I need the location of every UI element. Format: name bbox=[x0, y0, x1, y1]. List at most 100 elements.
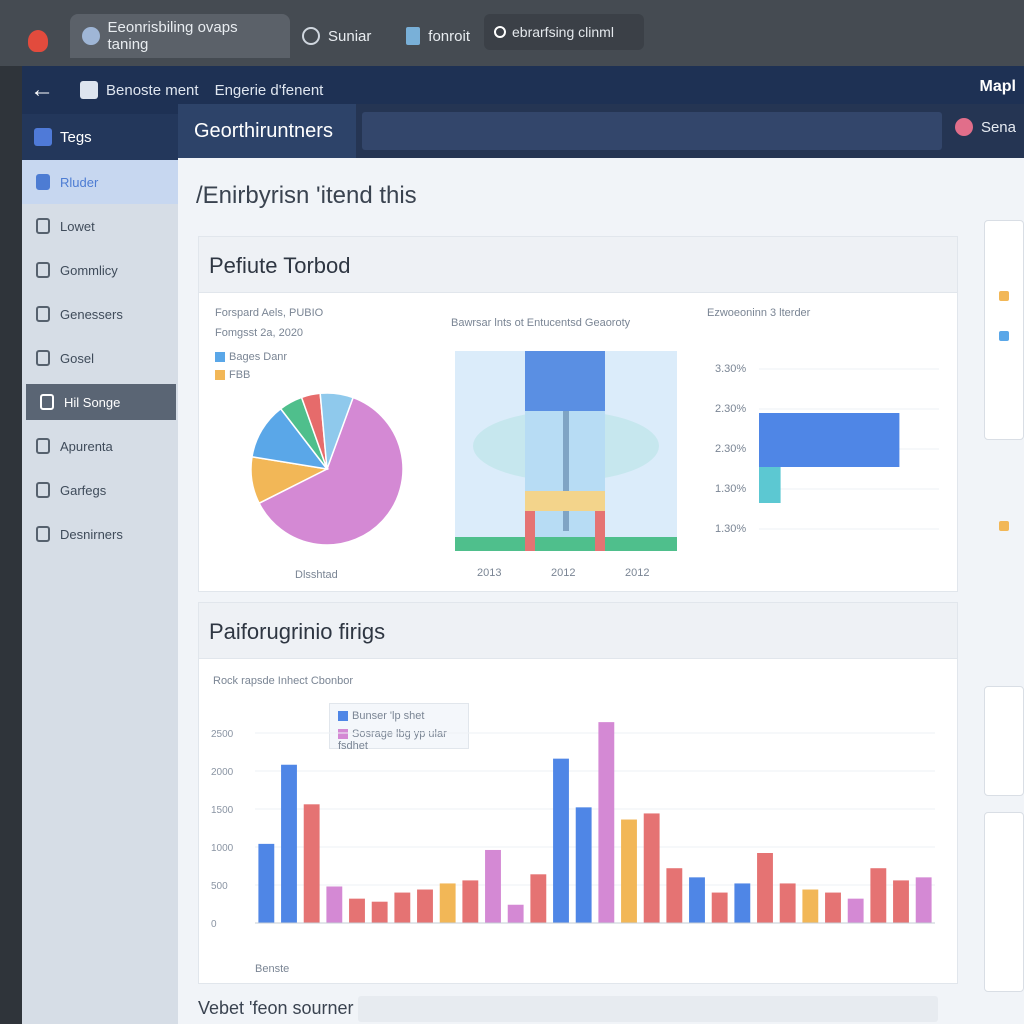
bar-y-tick: 1000 bbox=[211, 843, 234, 854]
chat-icon bbox=[36, 350, 50, 366]
nav-item-1[interactable]: Benoste ment bbox=[106, 82, 199, 99]
bar-y-tick: 1500 bbox=[211, 805, 234, 816]
bar-24 bbox=[779, 883, 796, 923]
bar-17 bbox=[621, 819, 637, 923]
bar-4 bbox=[326, 886, 343, 923]
browser-tab-2[interactable]: Suniar bbox=[290, 14, 390, 58]
pie-card: Forspard Aels, PUBIO Fomgsst 2a, 2020 Ba… bbox=[207, 303, 413, 585]
footer-label: Vebet 'feon sourner bbox=[198, 998, 354, 1018]
bar-30 bbox=[915, 877, 932, 923]
bar-21 bbox=[711, 892, 728, 923]
footer-input[interactable] bbox=[358, 996, 938, 1022]
main-header-right[interactable]: Sena bbox=[954, 118, 1016, 136]
sidebar-item-lowet[interactable]: Lowet bbox=[22, 204, 178, 248]
list-icon bbox=[36, 262, 50, 278]
bar-13 bbox=[530, 874, 547, 923]
hbar-bar-2 bbox=[759, 467, 781, 503]
globe-icon bbox=[302, 27, 320, 45]
bar-6 bbox=[371, 901, 388, 923]
horizontal-bar-card: Ezwoeoninn 3 lterder 3.30% 2.30% 2.30% 1… bbox=[703, 303, 951, 585]
sidebar-item-garfegs[interactable]: Garfegs bbox=[22, 468, 178, 512]
user-menu[interactable]: Mapl bbox=[980, 78, 1016, 96]
bar-9 bbox=[439, 883, 456, 923]
bar-y-tick: 2000 bbox=[211, 767, 234, 778]
sidebar-item-rluder[interactable]: Rluder bbox=[22, 160, 178, 204]
notification-icon bbox=[954, 118, 973, 136]
clipboard-icon bbox=[36, 438, 50, 454]
hbar-title: Ezwoeoninn 3 lterder bbox=[707, 307, 811, 319]
panel-overview-title: Pefiute Torbod bbox=[209, 253, 351, 278]
column-plot-bg bbox=[455, 351, 677, 551]
page-title: /Enirbyrisn 'itend this bbox=[196, 182, 417, 209]
bar-27 bbox=[847, 898, 864, 923]
pie-legend-1: Bages Danr bbox=[215, 351, 287, 363]
main-tab[interactable]: Georthiruntners bbox=[178, 104, 356, 158]
column-top-block bbox=[525, 351, 605, 411]
bar-29 bbox=[893, 880, 909, 923]
sidebar-item-gosel[interactable]: Gosel bbox=[22, 336, 178, 380]
column-red-bar bbox=[525, 511, 535, 551]
column-spike bbox=[563, 411, 569, 531]
sidebar: Tegs Rluder Lowet Gommlicy Genessers Gos… bbox=[22, 114, 178, 1024]
hbar-tick-5: 1.30% bbox=[715, 523, 747, 535]
bar-23 bbox=[757, 853, 773, 923]
bar-11 bbox=[485, 849, 501, 923]
panel-performance: Paiforugrinio firigs Rock rapsde Inhect … bbox=[198, 602, 958, 984]
back-arrow-icon[interactable]: ← bbox=[22, 76, 62, 104]
bar-14 bbox=[553, 758, 569, 923]
sidebar-item-genessers[interactable]: Genessers bbox=[22, 292, 178, 336]
sidebar-item-apurenta[interactable]: Apurenta bbox=[22, 424, 178, 468]
doc-icon bbox=[36, 306, 50, 322]
column-title: Bawrsar lnts ot Entucentsd Geaoroty bbox=[451, 317, 631, 329]
bar-19 bbox=[666, 868, 683, 923]
bar-16 bbox=[598, 722, 615, 923]
pie-title: Forspard Aels, PUBIO bbox=[215, 307, 324, 319]
pie-xlabel: Dlsshtad bbox=[295, 569, 338, 581]
document-icon bbox=[80, 81, 98, 99]
browser-tab-1[interactable]: Eeonrisbiling ovaps taning bbox=[70, 14, 290, 58]
right-card-1[interactable] bbox=[984, 220, 1024, 531]
chart-icon bbox=[406, 27, 421, 45]
sidebar-item-desnirners[interactable]: Desnirners bbox=[22, 512, 178, 556]
pie-legend-2: FBB bbox=[215, 369, 250, 381]
page-icon bbox=[36, 526, 50, 542]
hbar-tick-3: 2.30% bbox=[715, 443, 747, 455]
right-card-2[interactable] bbox=[984, 686, 1024, 796]
hbar-bar-1 bbox=[759, 413, 900, 467]
grid-icon bbox=[36, 482, 50, 498]
horizontal-bar-chart bbox=[759, 368, 939, 530]
sidebar-header[interactable]: Tegs bbox=[22, 114, 178, 160]
tag-icon bbox=[34, 128, 52, 146]
bar-y-tick: 500 bbox=[211, 881, 228, 892]
app-logo-icon bbox=[28, 30, 48, 52]
hbar-tick-1: 3.30% bbox=[715, 363, 747, 375]
sidebar-item-gommlicy[interactable]: Gommlicy bbox=[22, 248, 178, 292]
layers-icon bbox=[40, 394, 54, 410]
right-card-3[interactable] bbox=[984, 812, 1024, 992]
browser-tab-3[interactable]: fonroit bbox=[394, 14, 482, 58]
bar-chart: 2500 2000 1500 1000 500 0 bbox=[211, 722, 935, 930]
bar-12 bbox=[507, 904, 524, 923]
bar-18 bbox=[643, 813, 660, 923]
main-content: /Enirbyrisn 'itend this Pefiute Torbod F… bbox=[178, 158, 1024, 1024]
bar-26 bbox=[825, 892, 841, 923]
bar-22 bbox=[734, 883, 751, 923]
panel-performance-title: Paiforugrinio firigs bbox=[209, 619, 386, 644]
user-icon bbox=[82, 27, 100, 45]
nav-item-2[interactable]: Engerie d'fenent bbox=[215, 82, 324, 99]
column-tick-2: 2012 bbox=[551, 567, 576, 579]
browser-search-field[interactable]: ebrarfsing clinml bbox=[484, 14, 644, 50]
bar-20 bbox=[689, 877, 705, 923]
folder-icon bbox=[36, 174, 50, 190]
file-icon bbox=[36, 218, 50, 234]
main-search-input[interactable] bbox=[362, 112, 942, 150]
bar-10 bbox=[462, 880, 479, 923]
bar-8 bbox=[417, 889, 433, 923]
sidebar-item-hil-songe[interactable]: Hil Songe bbox=[26, 384, 176, 420]
right-side-column bbox=[984, 220, 1024, 1024]
column-tick-3: 2012 bbox=[625, 567, 650, 579]
bar-chart-ylabel: Benste bbox=[255, 963, 290, 975]
column-red-bar bbox=[595, 511, 605, 551]
hbar-tick-4: 1.30% bbox=[715, 483, 747, 495]
panel-overview: Pefiute Torbod Forspard Aels, PUBIO Fomg… bbox=[198, 236, 958, 592]
